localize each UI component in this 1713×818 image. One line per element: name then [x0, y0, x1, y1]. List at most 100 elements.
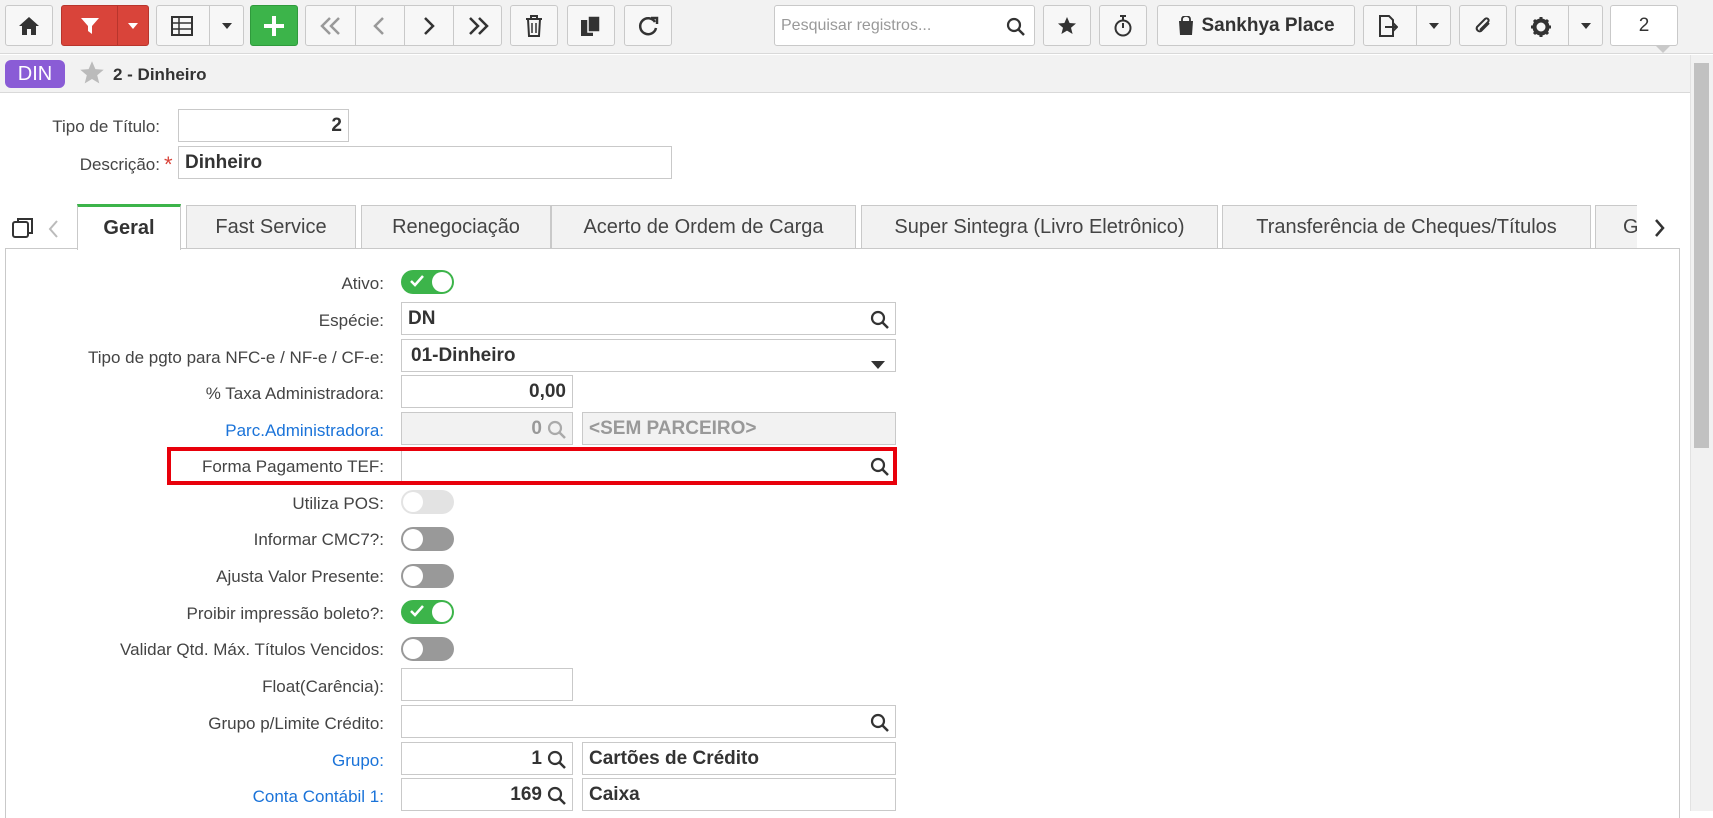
- highlight-box: [167, 447, 897, 485]
- tabs-scroll-left-icon[interactable]: [47, 219, 59, 244]
- parc-admin-label[interactable]: Parc.Administradora:: [225, 421, 384, 441]
- validar-qtd-label: Validar Qtd. Máx. Títulos Vencidos:: [120, 640, 384, 659]
- descricao-input[interactable]: Dinheiro: [178, 146, 672, 179]
- conta-contabil-code-input[interactable]: 169: [401, 778, 573, 811]
- filter-icon: [80, 16, 100, 36]
- parc-admin-code: 0: [531, 417, 542, 439]
- sankhya-place-label: Sankhya Place: [1201, 14, 1335, 36]
- check-icon: [409, 273, 425, 294]
- navigation-group: [305, 5, 502, 46]
- page-title: 2 - Dinheiro: [113, 65, 207, 84]
- chevron-down-icon: [871, 353, 885, 375]
- export-file-icon: [1378, 15, 1398, 37]
- proibir-boleto-toggle[interactable]: [401, 600, 454, 624]
- tab-menu-icon[interactable]: [11, 216, 35, 245]
- especie-value: DN: [408, 307, 436, 329]
- taxa-admin-label: % Taxa Administradora:: [205, 384, 384, 403]
- search-icon[interactable]: [1006, 17, 1026, 42]
- shopping-bag-icon: [1179, 15, 1194, 35]
- record-title-bar: DIN 2 - Dinheiro: [0, 55, 1690, 93]
- tipo-titulo-label: Tipo de Título:: [52, 117, 160, 136]
- tab-fast-service[interactable]: Fast Service: [186, 205, 356, 249]
- search-icon[interactable]: [870, 310, 890, 336]
- sankhya-place-button[interactable]: Sankhya Place: [1157, 5, 1355, 46]
- filter-dropdown-icon[interactable]: [128, 23, 138, 29]
- star-icon: [1058, 16, 1076, 34]
- float-carencia-label: Float(Carência):: [262, 677, 384, 696]
- especie-label: Espécie:: [318, 311, 384, 330]
- ajusta-valor-presente-label: Ajusta Valor Presente:: [216, 567, 384, 586]
- refresh-icon: [638, 16, 659, 35]
- search-icon[interactable]: [547, 786, 567, 812]
- tipo-pgto-value: 01-Dinheiro: [411, 344, 516, 366]
- attachments-button[interactable]: [1459, 5, 1507, 46]
- ajusta-valor-presente-toggle[interactable]: [401, 564, 454, 588]
- tipo-pgto-select[interactable]: 01-Dinheiro: [401, 339, 896, 372]
- grupo-code-input[interactable]: 1: [401, 742, 573, 775]
- search-input[interactable]: [775, 6, 995, 45]
- search-icon[interactable]: [870, 713, 890, 739]
- required-mark: *: [164, 152, 173, 177]
- descricao-label: Descrição:: [79, 155, 160, 174]
- search-icon: [547, 420, 567, 446]
- conta-contabil-code: 169: [510, 783, 542, 805]
- tab-acerto-ordem-carga[interactable]: Acerto de Ordem de Carga: [551, 205, 856, 249]
- proibir-boleto-label: Proibir impressão boleto?:: [186, 604, 384, 623]
- parc-admin-name: <SEM PARCEIRO>: [582, 412, 896, 445]
- search-icon[interactable]: [547, 750, 567, 776]
- search-box: [774, 5, 1035, 46]
- favorite-button[interactable]: [1043, 5, 1091, 46]
- grid-view-button[interactable]: [156, 5, 244, 46]
- page-number[interactable]: 2: [1610, 5, 1678, 53]
- scrollbar-thumb[interactable]: [1694, 63, 1709, 448]
- timer-button[interactable]: [1099, 5, 1147, 46]
- copy-icon: [581, 14, 601, 36]
- tab-overflow[interactable]: G: [1595, 205, 1637, 249]
- ativo-toggle[interactable]: [401, 270, 454, 294]
- grid-icon: [171, 16, 193, 36]
- last-record-icon[interactable]: [467, 16, 489, 36]
- tipo-pgto-label: Tipo de pgto para NFC-e / NF-e / CF-e:: [87, 348, 384, 367]
- vertical-scrollbar[interactable]: [1690, 55, 1713, 811]
- export-dropdown-icon[interactable]: [1429, 23, 1439, 29]
- home-button[interactable]: [5, 5, 53, 46]
- tab-super-sintegra[interactable]: Super Sintegra (Livro Eletrônico): [861, 205, 1218, 249]
- validar-qtd-toggle[interactable]: [401, 637, 454, 661]
- refresh-button[interactable]: [624, 5, 672, 46]
- first-record-icon[interactable]: [320, 16, 342, 36]
- gear-icon: [1530, 16, 1552, 38]
- paperclip-icon: [1475, 16, 1490, 32]
- add-record-button[interactable]: [250, 5, 298, 46]
- conta-contabil-label[interactable]: Conta Contábil 1:: [253, 787, 384, 807]
- settings-dropdown-icon[interactable]: [1581, 23, 1591, 29]
- previous-record-icon[interactable]: [372, 16, 386, 36]
- grupo-limite-label: Grupo p/Limite Crédito:: [208, 714, 384, 733]
- export-button[interactable]: [1363, 5, 1451, 46]
- plus-icon: [264, 15, 284, 36]
- grupo-label[interactable]: Grupo:: [332, 751, 384, 771]
- delete-button[interactable]: [510, 5, 558, 46]
- trash-icon: [526, 14, 542, 37]
- tabs-scroll-right-icon[interactable]: [1654, 218, 1666, 243]
- grupo-code: 1: [531, 747, 542, 769]
- favorite-star-icon[interactable]: [79, 60, 105, 91]
- informar-cmc7-toggle[interactable]: [401, 527, 454, 551]
- filter-button[interactable]: [61, 5, 149, 46]
- next-record-icon[interactable]: [422, 16, 436, 36]
- tab-renegociacao[interactable]: Renegociação: [361, 205, 551, 249]
- grupo-limite-input[interactable]: [401, 705, 896, 738]
- tipo-titulo-input[interactable]: 2: [178, 109, 349, 142]
- check-icon: [409, 603, 425, 624]
- tab-transferencia-cheques[interactable]: Transferência de Cheques/Títulos: [1222, 205, 1591, 249]
- ativo-label: Ativo:: [341, 274, 384, 293]
- tab-geral[interactable]: Geral: [77, 204, 181, 250]
- duplicate-button[interactable]: [567, 5, 615, 46]
- taxa-admin-input[interactable]: 0,00: [401, 375, 573, 408]
- utiliza-pos-label: Utiliza POS:: [292, 494, 384, 513]
- conta-contabil-name: Caixa: [582, 778, 896, 811]
- especie-input[interactable]: DN: [401, 302, 896, 335]
- stopwatch-icon: [1114, 14, 1132, 36]
- float-carencia-input[interactable]: [401, 668, 573, 701]
- grid-dropdown-icon[interactable]: [222, 23, 232, 29]
- settings-button[interactable]: [1515, 5, 1603, 46]
